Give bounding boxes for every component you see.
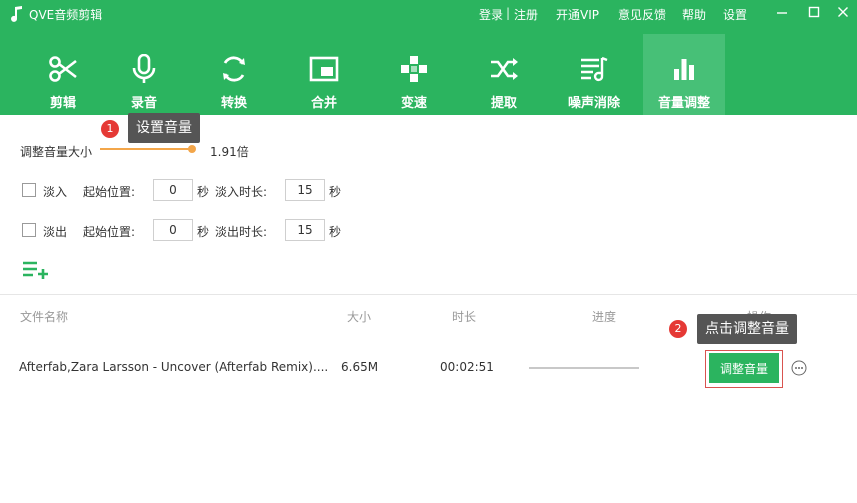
speed-icon	[401, 56, 427, 82]
file-size: 6.65M	[341, 360, 379, 374]
scissors-icon	[49, 56, 77, 82]
fade-in-duration-unit: 秒	[329, 185, 342, 199]
fade-in-label: 淡入	[43, 185, 68, 199]
step-badge-2: 2	[669, 320, 687, 338]
fade-in-checkbox[interactable]	[22, 183, 36, 197]
vip-link[interactable]: 开通VIP	[556, 6, 599, 23]
progress-bar	[529, 367, 639, 369]
column-header-progress: 进度	[592, 310, 617, 324]
volume-slider-handle[interactable]	[188, 145, 196, 153]
convert-icon	[223, 56, 245, 82]
tab-noise-reduction-label: 噪声消除	[567, 96, 620, 111]
app-title: QVE音频剪辑	[29, 8, 103, 22]
tab-volume-adjust-label: 音量调整	[657, 96, 710, 111]
microphone-icon	[132, 54, 156, 83]
volume-value: 1.91倍	[210, 145, 249, 159]
volume-label: 调整音量大小	[20, 145, 93, 159]
fade-in-duration-input[interactable]	[285, 179, 325, 201]
fade-in-duration-label: 淡入时长:	[215, 185, 268, 199]
tab-record[interactable]: 录音	[103, 34, 185, 115]
fade-out-start-input[interactable]	[153, 219, 193, 241]
music-note-icon	[11, 6, 22, 22]
fade-in-start-input[interactable]	[153, 179, 193, 201]
fade-out-start-label: 起始位置:	[83, 225, 136, 239]
tab-convert[interactable]: 转换	[193, 34, 275, 115]
title-bar: QVE音频剪辑 登录 | 注册 开通VIP 意见反馈 帮助 设置	[0, 0, 857, 28]
fade-out-label: 淡出	[43, 225, 68, 239]
fade-in-start-label: 起始位置:	[83, 185, 136, 199]
tooltip-set-volume: 设置音量	[128, 113, 200, 143]
feedback-link[interactable]: 意见反馈	[618, 6, 666, 23]
tab-extract[interactable]: 提取	[463, 34, 545, 115]
more-options-icon[interactable]	[791, 360, 807, 376]
adjust-volume-button[interactable]: 调整音量	[709, 353, 779, 383]
add-list-icon[interactable]	[22, 260, 50, 280]
help-link[interactable]: 帮助	[682, 6, 706, 23]
column-header-size: 大小	[347, 310, 372, 324]
extract-icon	[491, 58, 518, 80]
register-link[interactable]: 注册	[514, 6, 538, 23]
tab-cut[interactable]: 剪辑	[22, 34, 104, 115]
section-divider	[0, 294, 857, 295]
fade-out-start-unit: 秒	[197, 225, 210, 239]
app-header: QVE音频剪辑 登录 | 注册 开通VIP 意见反馈 帮助 设置 剪辑 录音 转…	[0, 0, 857, 115]
tab-merge-label: 合并	[310, 96, 337, 111]
column-header-name: 文件名称	[20, 310, 69, 324]
minimize-icon[interactable]	[774, 4, 790, 20]
maximize-icon[interactable]	[806, 4, 822, 20]
tab-convert-label: 转换	[220, 96, 247, 111]
close-icon[interactable]	[835, 4, 851, 20]
tool-tabs: 剪辑 录音 转换 合并 变速 提取 噪声消除 音量调整	[22, 34, 742, 115]
tab-cut-label: 剪辑	[49, 96, 76, 111]
fade-out-checkbox[interactable]	[22, 223, 36, 237]
step-badge-1: 1	[101, 120, 119, 138]
fade-out-duration-unit: 秒	[329, 225, 342, 239]
tab-volume-adjust[interactable]: 音量调整	[643, 34, 725, 115]
volume-bars-icon	[674, 59, 694, 80]
noise-reduction-icon	[581, 56, 608, 82]
fade-out-duration-input[interactable]	[285, 219, 325, 241]
login-link[interactable]: 登录	[479, 6, 503, 23]
column-header-duration: 时长	[452, 310, 477, 324]
tab-extract-label: 提取	[490, 96, 517, 111]
fade-in-start-unit: 秒	[197, 185, 210, 199]
file-name: Afterfab,Zara Larsson - Uncover (Afterfa…	[19, 360, 329, 374]
fade-out-duration-label: 淡出时长:	[215, 225, 268, 239]
tab-merge[interactable]: 合并	[283, 34, 365, 115]
tab-noise-reduction[interactable]: 噪声消除	[553, 34, 635, 115]
merge-icon	[309, 56, 339, 82]
tab-record-label: 录音	[130, 96, 157, 111]
tooltip-click-adjust: 点击调整音量	[697, 314, 797, 344]
topbar-separator: |	[506, 6, 511, 20]
volume-slider-track[interactable]	[100, 148, 192, 150]
tab-speed[interactable]: 变速	[373, 34, 455, 115]
tab-speed-label: 变速	[400, 96, 427, 111]
settings-link[interactable]: 设置	[723, 6, 747, 23]
file-duration: 00:02:51	[440, 360, 494, 374]
